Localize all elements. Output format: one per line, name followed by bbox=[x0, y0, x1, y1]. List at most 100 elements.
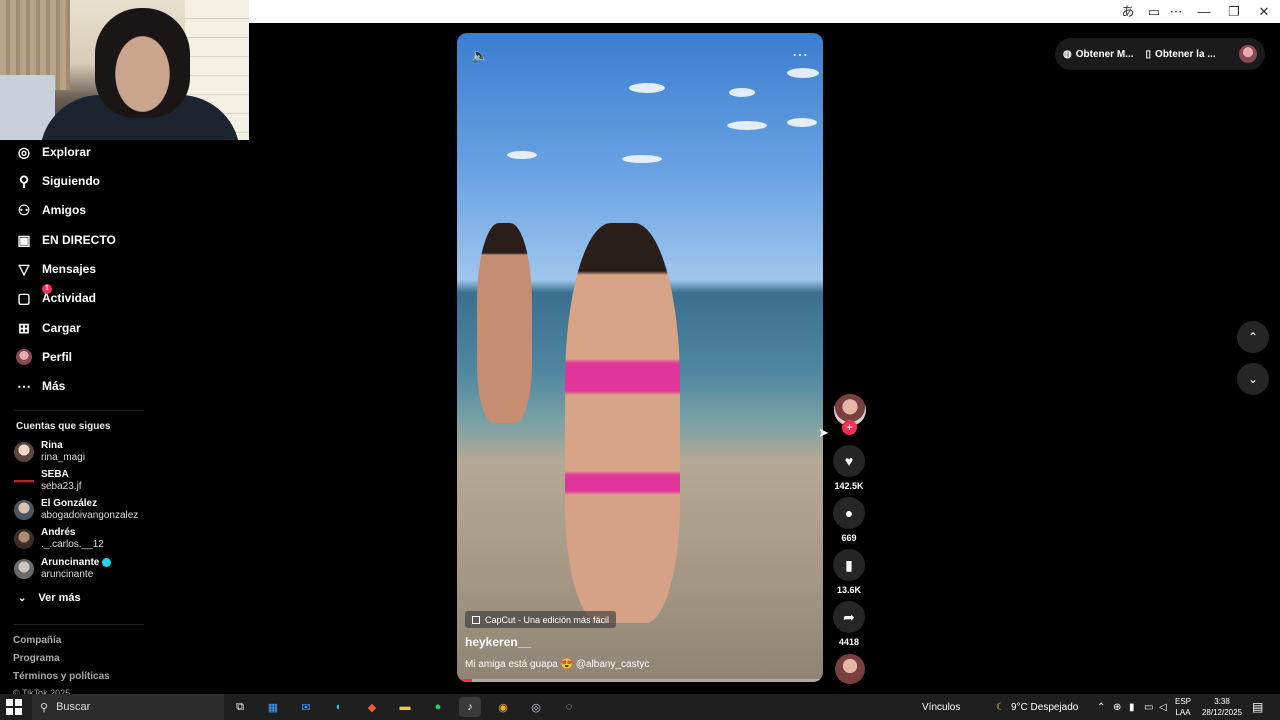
cloud bbox=[629, 83, 665, 93]
volume-icon[interactable]: ◁ bbox=[1159, 694, 1167, 720]
store-icon[interactable]: ▦ bbox=[262, 697, 284, 717]
notifications-icon[interactable]: ▤ bbox=[1252, 694, 1263, 720]
links-label[interactable]: Vínculos bbox=[922, 694, 960, 720]
footer-link-company[interactable]: Compañía bbox=[13, 635, 61, 646]
person-figure bbox=[565, 223, 680, 623]
activity-icon: ▢ bbox=[17, 289, 31, 306]
following-name: El González bbox=[41, 498, 98, 509]
get-coins-button[interactable]: ◍ Obtener M... bbox=[1063, 49, 1134, 60]
phone-icon: ▯ bbox=[1145, 48, 1152, 60]
search-placeholder: Buscar bbox=[56, 701, 91, 713]
comment-button[interactable]: ● bbox=[833, 497, 865, 529]
get-app-button[interactable]: ▯ Obtener la ... bbox=[1146, 49, 1216, 60]
divider bbox=[14, 624, 144, 625]
chrome-icon[interactable]: ◉ bbox=[492, 697, 514, 717]
nav-en-directo[interactable]: ▣ EN DIRECTO bbox=[14, 228, 115, 252]
coin-icon: ◍ bbox=[1063, 48, 1072, 60]
avatar-wrap bbox=[14, 347, 34, 367]
following-item-andres[interactable]: Andrés ._.carlos.__12 bbox=[14, 526, 104, 552]
more-icon[interactable]: ⋯ bbox=[792, 45, 809, 65]
nav-cargar[interactable]: ⊞ Cargar bbox=[14, 316, 81, 340]
footer-link-program[interactable]: Programa bbox=[13, 653, 60, 664]
microphone-icon[interactable]: ▮ bbox=[1129, 694, 1135, 720]
nav-mensajes[interactable]: ▽ Mensajes bbox=[14, 257, 96, 281]
get-coins-label: Obtener M... bbox=[1075, 48, 1134, 60]
tray-chevron-up-icon[interactable]: ⌃ bbox=[1097, 694, 1105, 720]
outlook-icon[interactable]: ✉ bbox=[295, 697, 317, 717]
following-item-seba[interactable]: SEBA seba23.jf bbox=[14, 468, 82, 494]
clock-time: 3:38 bbox=[1214, 697, 1230, 706]
share-button[interactable]: ➦ bbox=[833, 601, 865, 633]
avatar bbox=[14, 500, 34, 520]
taskbar-search[interactable]: ⚲ Buscar bbox=[32, 694, 224, 720]
next-video-button[interactable]: ⌄ bbox=[1237, 363, 1269, 395]
like-button[interactable]: ♥ bbox=[833, 445, 865, 477]
following-text: Rina rina_magi bbox=[41, 440, 85, 464]
task-view-icon[interactable]: ⧉ bbox=[229, 697, 251, 717]
nav-actividad[interactable]: ▢ 1 Actividad bbox=[14, 284, 96, 310]
nav-amigos[interactable]: ⚇ Amigos bbox=[14, 198, 86, 222]
previous-video-button[interactable]: ⌃ bbox=[1237, 321, 1269, 353]
cloud bbox=[622, 155, 662, 163]
cast-icon[interactable]: ▭ bbox=[1146, 4, 1162, 20]
following-item-aruncinante[interactable]: Aruncinante aruncinante bbox=[14, 556, 112, 582]
app-icon[interactable]: ◌ bbox=[558, 697, 580, 717]
messages-icon: ▽ bbox=[18, 260, 30, 277]
video-author[interactable]: heykeren__ bbox=[465, 635, 531, 649]
close-icon[interactable]: ✕ bbox=[1256, 4, 1272, 20]
nav-mas[interactable]: ⋯ Más bbox=[14, 374, 65, 398]
nav-label: Cargar bbox=[42, 321, 81, 335]
windows-start-icon[interactable] bbox=[6, 699, 22, 715]
following-item-el-gonzalez[interactable]: El González abogadoivangonzalez bbox=[14, 497, 138, 523]
following-name: Andrés bbox=[41, 527, 76, 538]
cloud bbox=[729, 88, 755, 97]
translate-icon[interactable]: あ bbox=[1120, 4, 1136, 20]
progress-bar[interactable] bbox=[457, 679, 823, 682]
video-player[interactable]: 🔈 ⋯ CapCut - Una edición más fácil heyke… bbox=[457, 33, 823, 682]
footer-link-terms[interactable]: Términos y políticas bbox=[13, 671, 110, 682]
following-handle: abogadoivangonzalez bbox=[41, 510, 139, 521]
following-item-rina[interactable]: Rina rina_magi bbox=[14, 439, 85, 465]
follow-button[interactable]: + bbox=[842, 420, 857, 435]
activity-badge: 1 bbox=[42, 284, 52, 294]
tiktok-icon[interactable]: ♪ bbox=[459, 697, 481, 717]
tray-icon[interactable]: ⊕ bbox=[1113, 694, 1121, 720]
nav-explorar[interactable]: ◎ Explorar bbox=[14, 140, 91, 164]
volume-icon[interactable]: 🔈 bbox=[471, 47, 488, 64]
nav-siguiendo[interactable]: ⚲ Siguiendo bbox=[14, 169, 100, 193]
nav-label: Perfil bbox=[42, 350, 73, 364]
language-indicator[interactable]: ESP LAA bbox=[1175, 694, 1191, 720]
clock[interactable]: 3:38 28/12/2025 bbox=[1200, 694, 1244, 720]
share-count: 4418 bbox=[838, 637, 860, 647]
friends-icon: ⚇ bbox=[17, 201, 31, 218]
following-title: Cuentas que sigues bbox=[16, 421, 111, 432]
music-disc[interactable] bbox=[835, 654, 865, 684]
avatar[interactable] bbox=[1239, 45, 1257, 63]
top-actions-bar: ◍ Obtener M... ▯ Obtener la ... bbox=[1055, 38, 1265, 70]
see-more-button[interactable]: ⌄ Ver más bbox=[18, 592, 81, 604]
minimize-icon[interactable]: — bbox=[1196, 4, 1212, 20]
network-icon[interactable]: ▭ bbox=[1144, 694, 1153, 720]
nav-label: Mensajes bbox=[42, 262, 97, 276]
language-layout: LAA bbox=[1175, 708, 1191, 717]
following-handle: ._.carlos.__12 bbox=[41, 539, 104, 550]
heart-icon: ♥ bbox=[844, 453, 854, 469]
person-head bbox=[95, 8, 190, 118]
spotify-icon[interactable]: ● bbox=[427, 697, 449, 717]
avatar bbox=[14, 529, 34, 549]
weather-widget[interactable]: ☾ 9°C Despejado bbox=[996, 694, 1078, 720]
nav-perfil[interactable]: Perfil bbox=[14, 345, 72, 369]
following-name: Rina bbox=[41, 440, 63, 451]
edge-icon[interactable]: ◐ bbox=[328, 697, 350, 717]
taskbar: ⚲ Buscar ⧉ ▦ ✉ ◐ ◆ ▬ ● ♪ ◉ ◎ ◌ Vínculos … bbox=[0, 694, 1280, 720]
following-handle: aruncinante bbox=[41, 569, 94, 580]
restore-icon[interactable]: ❐ bbox=[1226, 4, 1242, 20]
file-explorer-icon[interactable]: ▬ bbox=[394, 697, 416, 717]
brave-icon[interactable]: ◆ bbox=[361, 697, 383, 717]
effect-badge[interactable]: CapCut - Una edición más fácil bbox=[465, 611, 617, 628]
save-button[interactable]: ▮ bbox=[833, 549, 865, 581]
steam-icon[interactable]: ◎ bbox=[525, 697, 547, 717]
following-handle: seba23.jf bbox=[41, 481, 82, 492]
avatar bbox=[14, 442, 34, 462]
more-icon[interactable]: ⋯ bbox=[1168, 4, 1184, 20]
